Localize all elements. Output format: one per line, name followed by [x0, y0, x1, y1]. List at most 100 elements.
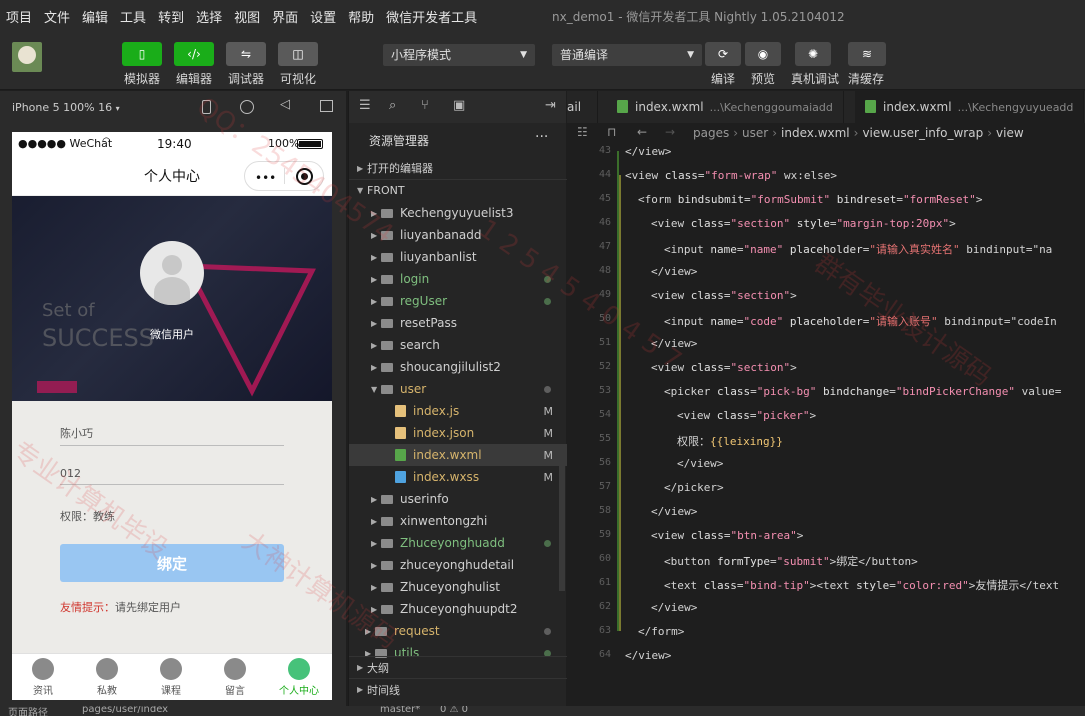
outline-label: 大纲 [367, 661, 389, 675]
tree-item[interactable]: index.wxml M [349, 444, 567, 466]
code-button[interactable]: ‹/› [174, 42, 214, 66]
tree-item[interactable]: ▶ request [349, 620, 567, 642]
breadcrumb-item[interactable]: view.user_info_wrap [862, 126, 983, 140]
back-arrow-icon[interactable]: ← [637, 125, 647, 139]
breadcrumb-item[interactable]: user [742, 126, 768, 140]
code-input[interactable]: 012 [60, 467, 284, 485]
breadcrumb-item[interactable]: view [996, 126, 1024, 140]
compile-select[interactable]: 普通编译 ▼ [552, 44, 702, 66]
tree-item[interactable]: index.js M [349, 400, 567, 422]
status-dot [544, 627, 551, 635]
tree-item[interactable]: ▶ Zhuceyonghuupdt2 [349, 598, 567, 620]
phone-button[interactable]: ▯ [122, 42, 162, 66]
bookmark-icon[interactable]: ⊓ [607, 125, 616, 139]
menu-item[interactable]: 文件 [38, 7, 76, 26]
split-editor-icon[interactable]: ⇥ [545, 98, 556, 113]
tip-label: 友情提示： [60, 601, 115, 614]
tree-item[interactable]: ▶ Zhuceyonghuadd [349, 532, 567, 554]
menu-item[interactable]: 界面 [266, 7, 304, 26]
tree-item[interactable]: ▶ liuyanbanadd [349, 224, 567, 246]
debug-toggle-button[interactable]: ⇋ [226, 42, 266, 66]
project-avatar[interactable] [12, 42, 42, 72]
menu-item[interactable]: 视图 [228, 7, 266, 26]
tree-item[interactable]: ▶ login [349, 268, 567, 290]
chevron-right-icon: › [733, 126, 739, 140]
simulator-toolbar: iPhone 5 100% 16 ▾ ◁ [0, 91, 346, 123]
tree-item-label: login [400, 272, 430, 286]
editor-tab[interactable]: ail [567, 91, 599, 123]
code-editor[interactable]: 43 </view> 44 <view class="form-wrap" wx:el… [567, 145, 1085, 706]
project-section[interactable]: ▼ FRONT [349, 179, 567, 201]
avatar[interactable] [140, 241, 204, 305]
layout-button[interactable]: ◫ [278, 42, 318, 66]
close-circle-icon[interactable] [296, 168, 313, 185]
more-icon[interactable]: ••• [255, 171, 276, 185]
timeline-section[interactable]: ▶ 时间线 [349, 678, 567, 700]
explorer-title: 资源管理器 [369, 132, 429, 149]
tab-item[interactable]: 私教 [82, 658, 132, 697]
problems-count[interactable]: 0 ⚠ 0 [440, 706, 468, 715]
breadcrumb-item[interactable]: pages [693, 126, 729, 140]
editor-tab[interactable]: index.wxml ...\Kechenggoumaiadd [607, 91, 844, 123]
menu-item[interactable]: 设置 [304, 7, 342, 26]
open-editors-section[interactable]: ▶ 打开的编辑器 [349, 157, 567, 179]
tree-item[interactable]: ▶ Kechengyuyuelist3 [349, 202, 567, 224]
record-icon[interactable] [240, 100, 254, 114]
tree-item[interactable]: ▶ xinwentongzhi [349, 510, 567, 532]
menu-item[interactable]: 微信开发者工具 [380, 7, 483, 26]
eye-button[interactable]: ◉ [745, 42, 781, 66]
search-icon[interactable]: ⌕ [389, 98, 396, 113]
breadcrumb-item[interactable]: index.wxml [781, 126, 850, 140]
refresh-button[interactable]: ⟳ [705, 42, 741, 66]
layers-button[interactable]: ≋ [848, 42, 886, 66]
device-select[interactable]: iPhone 5 100% 16 ▾ [12, 101, 120, 114]
tree-item[interactable]: ▶ resetPass [349, 312, 567, 334]
tab-item[interactable]: 课程 [146, 658, 196, 697]
menu-item[interactable]: 帮助 [342, 7, 380, 26]
menu-item[interactable]: 编辑 [76, 7, 114, 26]
tree-item[interactable]: ▶ regUser [349, 290, 567, 312]
outline-section[interactable]: ▶ 大纲 [349, 656, 567, 678]
tree-item[interactable]: index.wxss M [349, 466, 567, 488]
menu-item[interactable]: 转到 [152, 7, 190, 26]
tree-item[interactable]: ▶ userinfo [349, 488, 567, 510]
tree-item[interactable]: ▶ Zhuceyonghulist [349, 576, 567, 598]
code-text: <view class="form-wrap" wx:else> [625, 169, 837, 182]
name-input[interactable]: 陈小巧 [60, 425, 284, 446]
extensions-icon[interactable]: ▣ [453, 98, 465, 113]
tab-item[interactable]: 资讯 [18, 658, 68, 697]
bind-button[interactable]: 绑定 [60, 544, 284, 582]
tree-item[interactable]: ▶ search [349, 334, 567, 356]
line-number: 51 [598, 337, 611, 348]
forward-arrow-icon[interactable]: → [665, 125, 675, 139]
tab-item[interactable]: 个人中心 [274, 658, 324, 697]
code-text: <view class="section" style="margin-top:… [651, 217, 956, 230]
tree-item[interactable]: index.json M [349, 422, 567, 444]
menu-capsule[interactable]: ••• [244, 161, 324, 191]
menu-item[interactable]: 选择 [190, 7, 228, 26]
popout-icon[interactable] [320, 100, 333, 112]
more-actions-icon[interactable]: ··· [535, 129, 548, 145]
files-icon[interactable]: ☰ [359, 98, 371, 113]
source-control-icon[interactable]: ⑂ [421, 98, 429, 113]
tree-item[interactable]: ▶ zhuceyonghudetail [349, 554, 567, 576]
menu-item[interactable]: 工具 [114, 7, 152, 26]
tree-item[interactable]: ▼ user [349, 378, 567, 400]
mode-select[interactable]: 小程序模式 ▼ [383, 44, 535, 66]
editor-tab[interactable]: index.wxml ...\Kechengyuyueadd [855, 91, 1085, 123]
code-text: </view> [625, 145, 672, 158]
list-icon[interactable]: ☷ [577, 125, 588, 139]
chevron-right-icon: › [987, 126, 993, 140]
permission-picker[interactable]: 权限：教练 [60, 508, 115, 524]
tree-scrollbar[interactable] [559, 451, 565, 591]
tree-item[interactable]: ▶ liuyanbanlist [349, 246, 567, 268]
bug-button[interactable]: ✺ [795, 42, 831, 66]
git-branch[interactable]: master* [380, 706, 420, 715]
page-path[interactable]: pages/user/index [82, 706, 168, 715]
phone-frame-icon[interactable] [202, 100, 211, 114]
line-number: 45 [598, 193, 611, 204]
tab-item[interactable]: 留言 [210, 658, 260, 697]
menu-item[interactable]: 项目 [0, 7, 38, 26]
tree-item[interactable]: ▶ shoucangjilulist2 [349, 356, 567, 378]
volume-icon[interactable]: ◁ [280, 97, 290, 112]
